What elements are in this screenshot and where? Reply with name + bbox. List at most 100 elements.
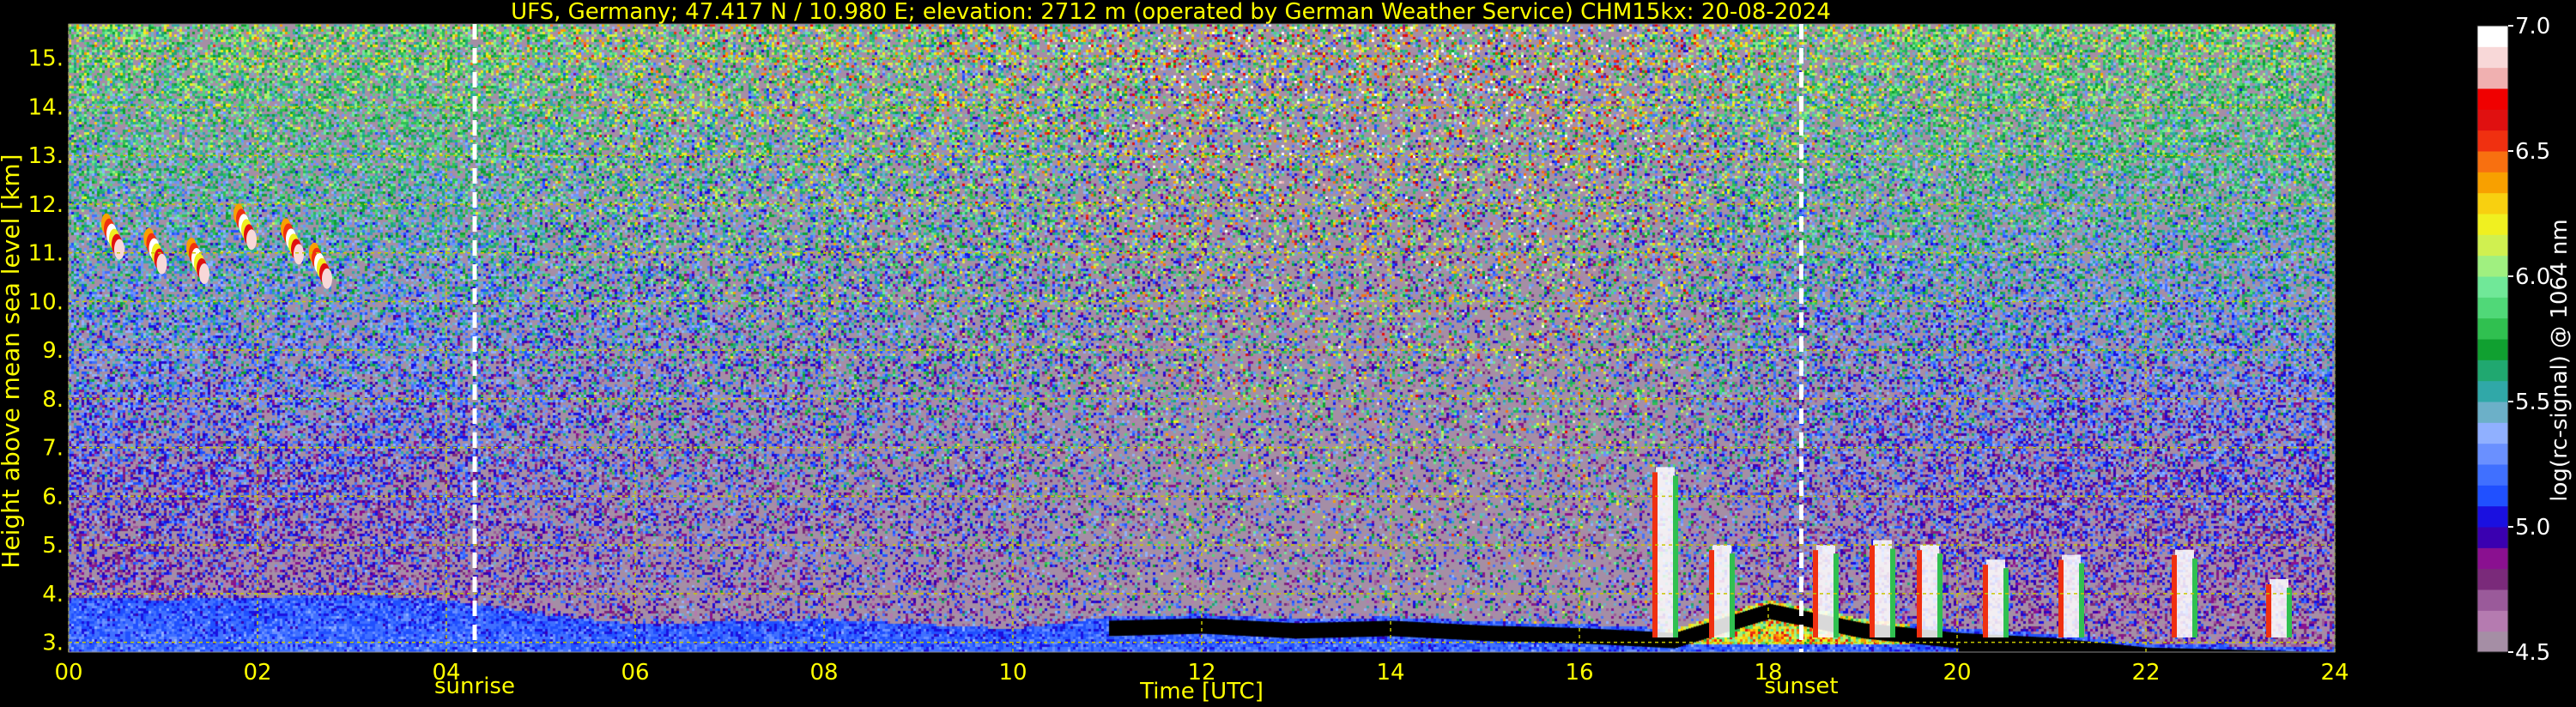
y-tick-label: 6. [42,484,64,510]
x-tick-label: 02 [243,660,271,686]
convective-plume [1917,545,1943,638]
cloud-blob [246,229,257,251]
plume-edge [1937,553,1943,638]
cloud-blob [322,268,332,289]
colorbar-segment [2477,234,2508,257]
colorbar-segment [2477,443,2508,465]
plume-edge [2079,563,2084,638]
colorbar-tick-label: 6.5 [2515,139,2550,165]
convective-plume [1870,540,1895,638]
colorbar-segment [2477,276,2508,298]
y-tick-label: 10. [28,289,64,315]
sunrise-label: sunrise [434,674,515,699]
y-tick-label: 12. [28,192,64,218]
y-tick-label: 11. [28,241,64,267]
plume-edge [2172,554,2177,638]
chart-title: UFS, Germany; 47.417 N / 10.980 E; eleva… [511,0,1831,25]
colorbar-segment [2477,172,2508,194]
colorbar-segment [2477,255,2508,277]
colorbar-tick-label: 5.0 [2515,515,2550,541]
x-tick-label: 00 [54,660,82,686]
y-tick-label: 14. [28,94,64,120]
colorbar-segment [2477,151,2508,172]
colorbar-segment [2477,67,2508,89]
colorbar-tick-label: 4.5 [2515,640,2550,666]
colorbar-segment [2477,527,2508,548]
colorbar-segment [2477,214,2508,235]
y-tick-label: 15. [28,46,64,72]
colorbar-segment [2477,464,2508,486]
colorbar-tick-label: 5.5 [2515,390,2550,415]
plume-edge [1834,553,1839,638]
colorbar-segment [2477,297,2508,319]
plot-area [69,24,2335,652]
colorbar-segment [2477,339,2508,360]
plume-edge [2287,587,2292,638]
plume-edge [2058,559,2064,638]
x-tick-label: 16 [1565,660,1593,686]
y-tick-label: 9. [42,338,64,364]
colorbar-segment [2477,610,2508,632]
y-tick-label: 5. [42,533,64,559]
plume-core [1816,545,1835,638]
y-tick-label: 4. [42,582,64,607]
colorbar-segment [2477,192,2508,215]
convective-plume [1709,545,1735,638]
colorbar-segment [2477,26,2508,47]
colorbar-segment [2477,46,2508,69]
plume-edge [1983,565,1988,638]
colorbar-tick-label: 6.0 [2515,264,2550,290]
colorbar-segment [2477,547,2508,570]
cloud-blob [199,263,209,285]
heatmap-image [69,24,2335,652]
plume-edge [1673,475,1678,638]
plume-core [1986,559,2005,638]
colorbar-segment [2477,422,2508,444]
colorbar-segment [2477,109,2508,131]
cloud-blob [114,239,124,260]
colorbar-segment [2477,485,2508,507]
y-tick-label: 7. [42,436,64,462]
convective-plume [1813,545,1839,638]
cloud-blob [156,253,167,275]
x-tick-label: 24 [2320,660,2349,686]
colorbar-segment [2477,568,2508,590]
plume-edge [1870,545,1875,638]
plume-core [1873,540,1892,638]
convective-plume [1652,467,1678,638]
x-tick-label: 14 [1376,660,1404,686]
colorbar-segment [2477,360,2508,382]
y-tick-label: 8. [42,387,64,413]
plume-core [1656,467,1675,638]
plume-core [1712,545,1731,638]
plume-core [2270,578,2288,638]
colorbar-segment [2477,402,2508,423]
plume-core [2062,554,2081,638]
plume-edge [2192,558,2197,638]
x-tick-label: 22 [2131,660,2160,686]
plume-core [1920,545,1939,638]
convective-plume [1983,559,2009,638]
convective-plume [2058,554,2084,638]
colorbar-tick-label: 7.0 [2515,14,2550,39]
colorbar-segment [2477,631,2508,653]
convective-plume [2266,578,2292,638]
x-tick-label: 10 [998,660,1027,686]
x-tick-label: 08 [809,660,838,686]
plume-edge [2003,568,2009,638]
colorbar-segment [2477,505,2508,528]
y-tick-label: 3. [42,631,64,656]
colorbar-segment [2477,589,2508,611]
y-axis-label: Height above mean sea level [km] [0,154,25,568]
plume-edge [1652,472,1658,638]
colorbar-segment [2477,317,2508,340]
colorbar-segment [2477,88,2508,110]
plume-edge [2266,583,2271,638]
ceilometer-figure: UFS, Germany; 47.417 N / 10.980 E; eleva… [0,0,2576,707]
x-tick-label: 20 [1943,660,1971,686]
plume-edge [1730,553,1735,638]
colorbar-label: log(rc-signal) @ 1064 nm [2547,219,2573,501]
sunset-label: sunset [1764,674,1838,699]
cloud-blob [294,244,304,265]
x-tick-label: 06 [621,660,649,686]
